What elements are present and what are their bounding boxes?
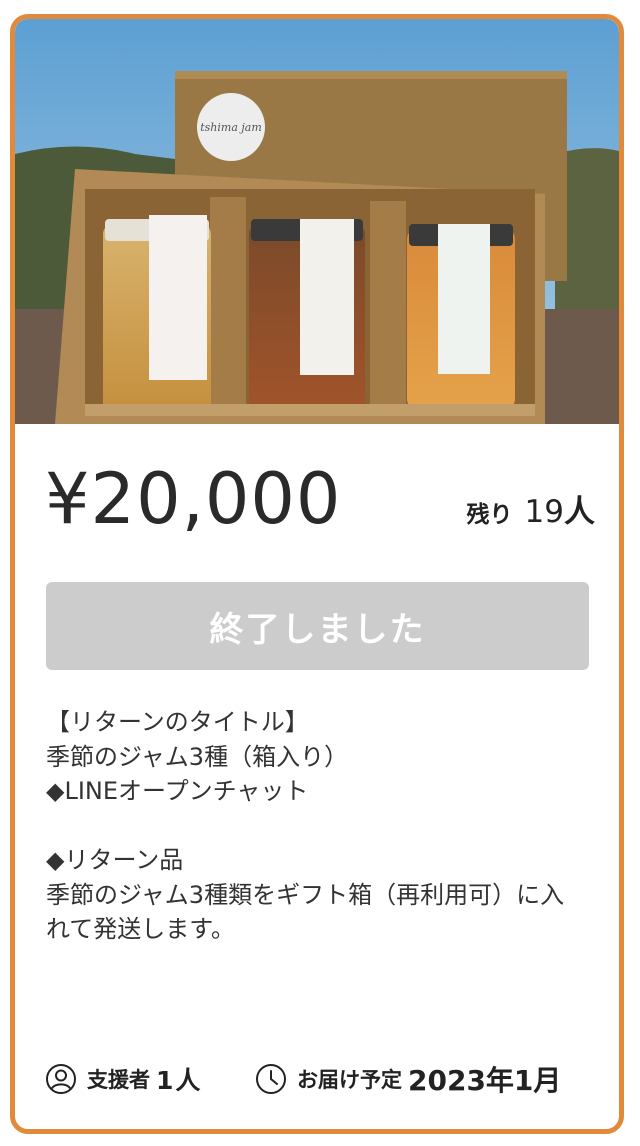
delivery-label: お届け予定 [297, 1068, 402, 1092]
price-row: ¥20,000 残り 19人 [45, 449, 595, 549]
user-circle-icon [46, 1064, 76, 1094]
supporters-value: 1人 [156, 1066, 203, 1095]
reward-photo: tshima jam [15, 19, 619, 424]
clock-icon [256, 1064, 286, 1094]
svg-text:tshima jam: tshima jam [200, 121, 262, 134]
remaining-stock: 残り 19人 [467, 487, 595, 542]
ended-button[interactable]: 終了しました [46, 582, 589, 670]
reward-description: 【リターンのタイトル】 季節のジャム3種（箱入り） ◆LINEオープンチャット … [46, 708, 565, 943]
remaining-unit: 人 [564, 494, 595, 530]
delivery-info: お届け予定 2023年1月 [255, 1059, 561, 1099]
delivery-value: 2023年1月 [408, 1064, 562, 1097]
reward-price: ¥20,000 [45, 458, 342, 540]
supporters-info: 支援者 1人 [45, 1059, 202, 1099]
reward-card[interactable]: tshima jam ¥20,000 残り 19人 終了しました 【リターンのタイ… [10, 14, 624, 1134]
remaining-label: 残り [466, 502, 513, 528]
reward-footer: 支援者 1人 お届け予定 2023年1月 [45, 1059, 595, 1099]
remaining-count: 19 [524, 494, 564, 530]
supporters-label: 支援者 [87, 1068, 150, 1092]
